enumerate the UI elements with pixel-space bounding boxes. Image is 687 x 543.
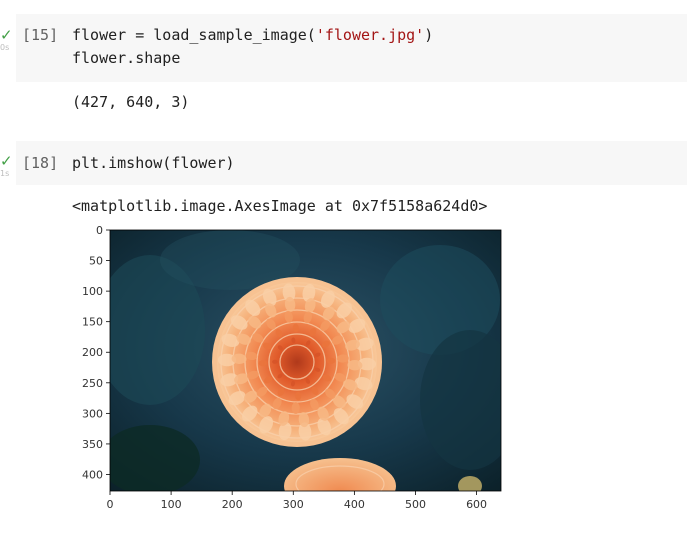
y-tick-label: 150	[82, 316, 103, 329]
imshow-plot: 0 50 100 150 200 250 300 350 400 0 100 200 300 400 50…	[82, 224, 502, 511]
y-tick-label: 200	[82, 346, 103, 359]
y-axis: 0 50 100 150 200 250 300 350 400	[82, 224, 110, 481]
x-axis: 0 100 200 300 400 500 600	[107, 491, 487, 511]
y-tick-label: 300	[82, 407, 103, 420]
y-tick-label: 50	[89, 255, 103, 268]
x-tick-label: 600	[466, 498, 487, 511]
y-tick-label: 0	[96, 224, 103, 237]
y-tick-label: 350	[82, 438, 103, 451]
x-tick-label: 100	[161, 498, 182, 511]
flower-image	[110, 230, 501, 491]
x-tick-label: 0	[107, 498, 114, 511]
y-tick-label: 400	[82, 468, 103, 481]
x-tick-label: 500	[405, 498, 426, 511]
y-tick-label: 250	[82, 377, 103, 390]
y-tick-label: 100	[82, 285, 103, 298]
x-tick-label: 300	[283, 498, 304, 511]
x-tick-label: 200	[222, 498, 243, 511]
x-tick-label: 400	[344, 498, 365, 511]
